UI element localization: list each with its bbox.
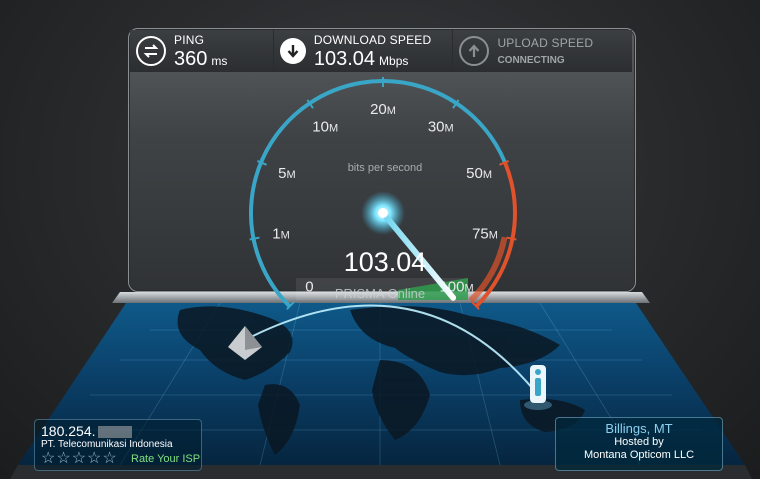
ip-mask — [97, 426, 132, 439]
rate-isp-link[interactable]: Rate Your ISP — [131, 453, 200, 465]
watermark-text: PRISMA Online — [335, 286, 425, 301]
rating-stars[interactable]: ☆ ☆ ☆ ☆ ☆ — [41, 451, 117, 467]
gauge-tick-label: 1M — [272, 225, 290, 242]
isp-info-box: 180.254. PT. Telecomunikasi Indonesia ☆ ☆… — [34, 419, 202, 471]
speed-gauge: PRISMA Online 01M5M10M20M30M50M75M100M — [10, 77, 752, 479]
gauge-tick-label: 30M — [428, 119, 454, 136]
gauge-tick-label: 75M — [472, 225, 498, 242]
gauge-tick-label: 10M — [312, 119, 338, 136]
rating-star[interactable]: ☆ — [87, 451, 101, 467]
hosted-by-label: Hosted by — [614, 436, 664, 448]
gauge-tick-label: 50M — [466, 165, 492, 182]
gauge-tick-mark — [506, 236, 517, 241]
speed-reading: 103.04 — [343, 247, 427, 277]
ip-address: 180.254. — [41, 423, 132, 439]
server-city: Billings, MT — [605, 421, 673, 436]
rating-star[interactable]: ☆ — [56, 451, 70, 467]
speedtest-window: PING 360 ms DOWNLOAD SPEED 103.04 Mbps UPL… — [0, 0, 760, 479]
rating-star[interactable]: ☆ — [102, 451, 116, 467]
rating-star[interactable]: ☆ — [72, 451, 86, 467]
isp-name: PT. Telecomunikasi Indonesia — [41, 439, 173, 450]
needle-hub — [378, 208, 388, 218]
units-label: bits per second — [347, 162, 423, 174]
rating-star[interactable]: ☆ — [41, 451, 55, 467]
gauge-tick-label: 5M — [278, 165, 296, 182]
gauge-tick-label: 0 — [305, 279, 313, 296]
server-info-box: Billings, MT Hosted by Montana Opticom L… — [555, 417, 723, 471]
server-host-name: Montana Opticom LLC — [583, 449, 695, 461]
gauge-tick-mark — [249, 236, 260, 241]
gauge-tick-label: 20M — [370, 101, 396, 118]
